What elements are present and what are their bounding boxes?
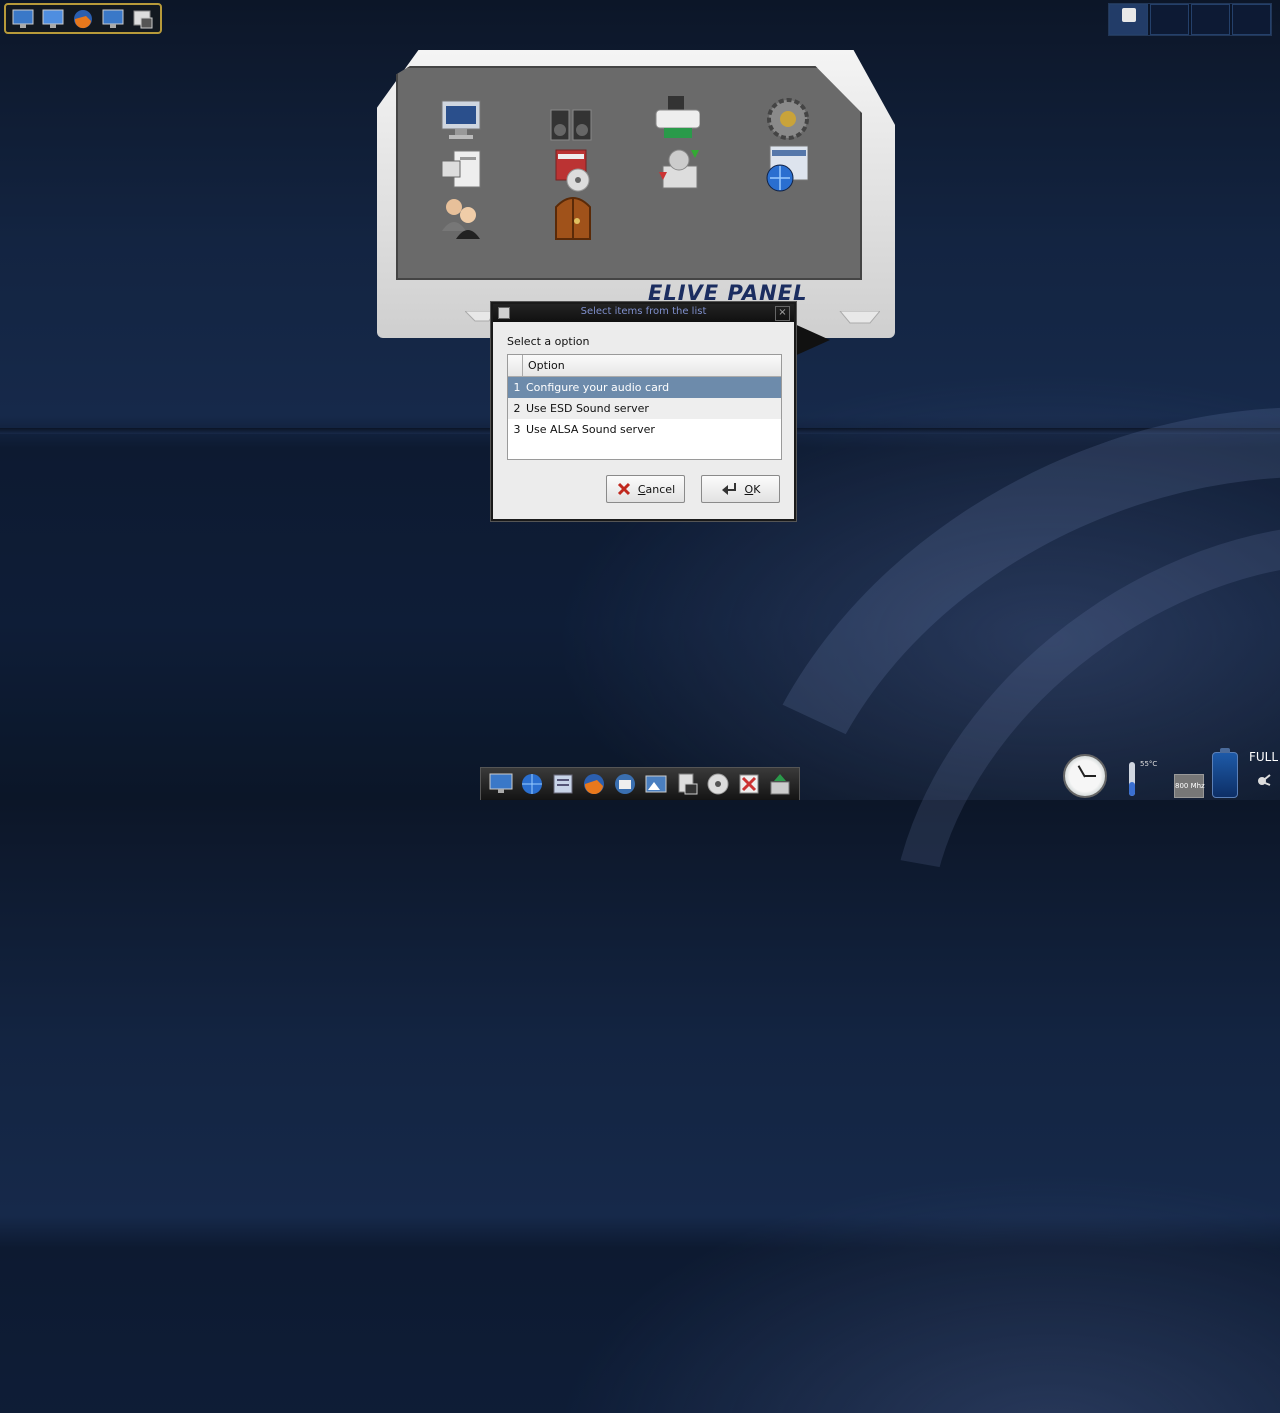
row-number: 1 <box>513 381 521 394</box>
clock-icon[interactable] <box>1063 754 1107 798</box>
desktop-pager <box>1108 3 1272 36</box>
window-thumbnail <box>1122 8 1136 22</box>
gear-settings-icon[interactable] <box>765 96 811 142</box>
firefox-icon[interactable] <box>71 8 95 30</box>
row-text: Use ALSA Sound server <box>526 423 655 436</box>
pager-desktop-1[interactable] <box>1109 4 1148 35</box>
users-icon[interactable] <box>438 195 484 241</box>
cancel-button[interactable]: Cancel <box>606 475 685 503</box>
globe-icon[interactable] <box>519 771 545 797</box>
speakers-icon[interactable] <box>548 99 594 145</box>
temperature-readout: 55°C <box>1140 760 1158 768</box>
list-item[interactable]: 1 Configure your audio card <box>508 377 781 398</box>
battery-status: FULL <box>1249 750 1279 764</box>
pager-desktop-3[interactable] <box>1191 4 1230 35</box>
hardware-icon[interactable] <box>438 147 484 193</box>
panel-arrow <box>790 322 830 358</box>
list-item[interactable]: 2 Use ESD Sound server <box>508 398 781 419</box>
list-header: Option <box>508 355 781 377</box>
backup-icon[interactable] <box>655 147 701 193</box>
row-number: 3 <box>513 423 521 436</box>
tools-icon[interactable] <box>736 771 762 797</box>
pager-desktop-4[interactable] <box>1232 4 1271 35</box>
ok-button[interactable]: OK <box>701 475 780 503</box>
install-icon[interactable] <box>767 771 793 797</box>
options-list: Option 1 Configure your audio card 2 Use… <box>507 354 782 460</box>
cancel-x-icon <box>617 482 630 496</box>
battery-icon[interactable] <box>1212 748 1238 798</box>
top-launcher <box>4 3 162 34</box>
monitor-icon[interactable] <box>41 8 65 30</box>
image-editor-icon[interactable] <box>643 771 669 797</box>
list-item[interactable]: 3 Use ALSA Sound server <box>508 419 781 440</box>
files-icon[interactable] <box>550 771 576 797</box>
software-box-icon[interactable] <box>550 148 596 194</box>
printer-icon[interactable] <box>654 95 700 141</box>
firefox-icon[interactable] <box>581 771 607 797</box>
number-column-header[interactable] <box>508 355 523 376</box>
dialog-title: Select items from the list <box>580 306 707 317</box>
row-number: 2 <box>513 402 521 415</box>
mail-icon[interactable] <box>612 771 638 797</box>
network-globe-icon[interactable] <box>762 145 808 192</box>
row-text: Configure your audio card <box>526 381 670 394</box>
close-icon[interactable]: × <box>775 306 790 321</box>
clock-minute-hand <box>1084 775 1096 777</box>
dialog-titlebar[interactable]: Select items from the list × <box>493 304 794 322</box>
enter-arrow-icon <box>721 483 736 495</box>
select-items-dialog: Select items from the list × Select a op… <box>491 302 796 521</box>
exit-door-icon[interactable] <box>550 193 596 240</box>
bottom-dock <box>480 767 800 800</box>
cancel-button-label: Cancel <box>637 482 676 496</box>
row-text: Use ESD Sound server <box>526 402 649 415</box>
monitor-icon[interactable] <box>101 8 125 30</box>
display-settings-icon[interactable] <box>438 97 484 143</box>
monitor-icon[interactable] <box>11 8 35 30</box>
file-manager-icon[interactable] <box>131 8 155 30</box>
terminal-icon[interactable] <box>674 771 700 797</box>
ok-button-label: OK <box>744 482 761 496</box>
cd-icon[interactable] <box>705 771 731 797</box>
cpu-speed-readout: 800 Mhz <box>1175 782 1205 790</box>
power-plug-icon <box>1258 774 1271 786</box>
monitor-icon[interactable] <box>488 771 514 797</box>
pager-desktop-2[interactable] <box>1150 4 1189 35</box>
option-column-header[interactable]: Option <box>523 355 565 376</box>
thermometer-icon <box>1129 762 1135 796</box>
dialog-prompt: Select a option <box>507 335 590 348</box>
